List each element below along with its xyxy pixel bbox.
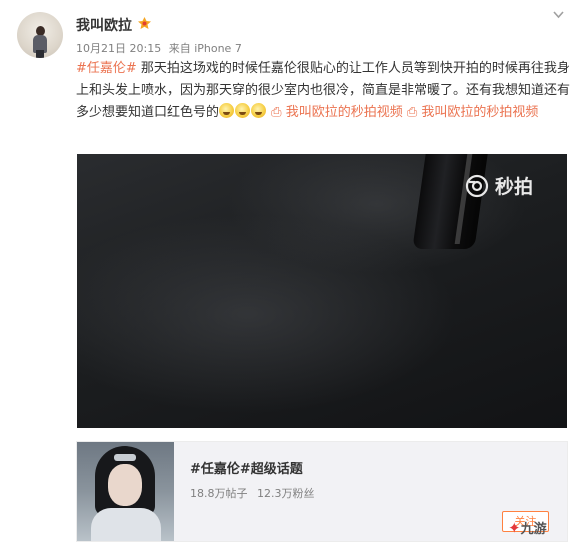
topic-card-title[interactable]: #任嘉伦#超级话题 — [190, 458, 303, 477]
author-avatar[interactable] — [17, 12, 63, 58]
video-watermark: 秒拍 — [465, 172, 533, 199]
super-topic-card[interactable]: #任嘉伦#超级话题 18.8万帖子 12.3万粉丝 关注 — [76, 441, 568, 542]
chevron-down-icon[interactable] — [553, 9, 564, 22]
topic-card-image — [77, 442, 174, 541]
post-meta: 10月21日 20:15 来自 iPhone 7 — [76, 40, 246, 56]
topic-fan-count: 12.3万粉丝 — [257, 487, 315, 500]
post-text: #任嘉伦# 那天拍这场戏的时候任嘉伦很贴心的让工作人员等到快开拍的时候再往我身上… — [76, 58, 571, 124]
topic-post-count: 18.8万帖子 — [190, 487, 248, 500]
video-link-icon: ⎙ — [271, 105, 286, 120]
video-watermark-text: 秒拍 — [495, 176, 534, 198]
author-name[interactable]: 我叫欧拉 — [76, 15, 132, 35]
crying-emoji-icon — [251, 103, 267, 118]
site-logo: ✦九游 — [508, 519, 547, 537]
crying-emoji-icon — [219, 103, 235, 118]
crying-emoji-icon — [235, 103, 251, 118]
video-link[interactable]: ⎙ 我叫欧拉的秒拍视频 — [271, 105, 403, 120]
topic-link[interactable]: #任嘉伦# — [76, 61, 137, 76]
camera-icon — [465, 174, 489, 197]
video-player[interactable]: 秒拍 — [77, 154, 567, 428]
post-source: 来自 iPhone 7 — [168, 42, 242, 55]
video-link-icon: ⎙ — [406, 105, 422, 120]
video-link[interactable]: ⎙ 我叫欧拉的秒拍视频 — [407, 105, 539, 120]
post-timestamp[interactable]: 10月21日 20:15 — [76, 42, 161, 55]
verified-badge-icon — [136, 16, 153, 31]
topic-card-stats: 18.8万帖子 12.3万粉丝 — [190, 485, 321, 501]
